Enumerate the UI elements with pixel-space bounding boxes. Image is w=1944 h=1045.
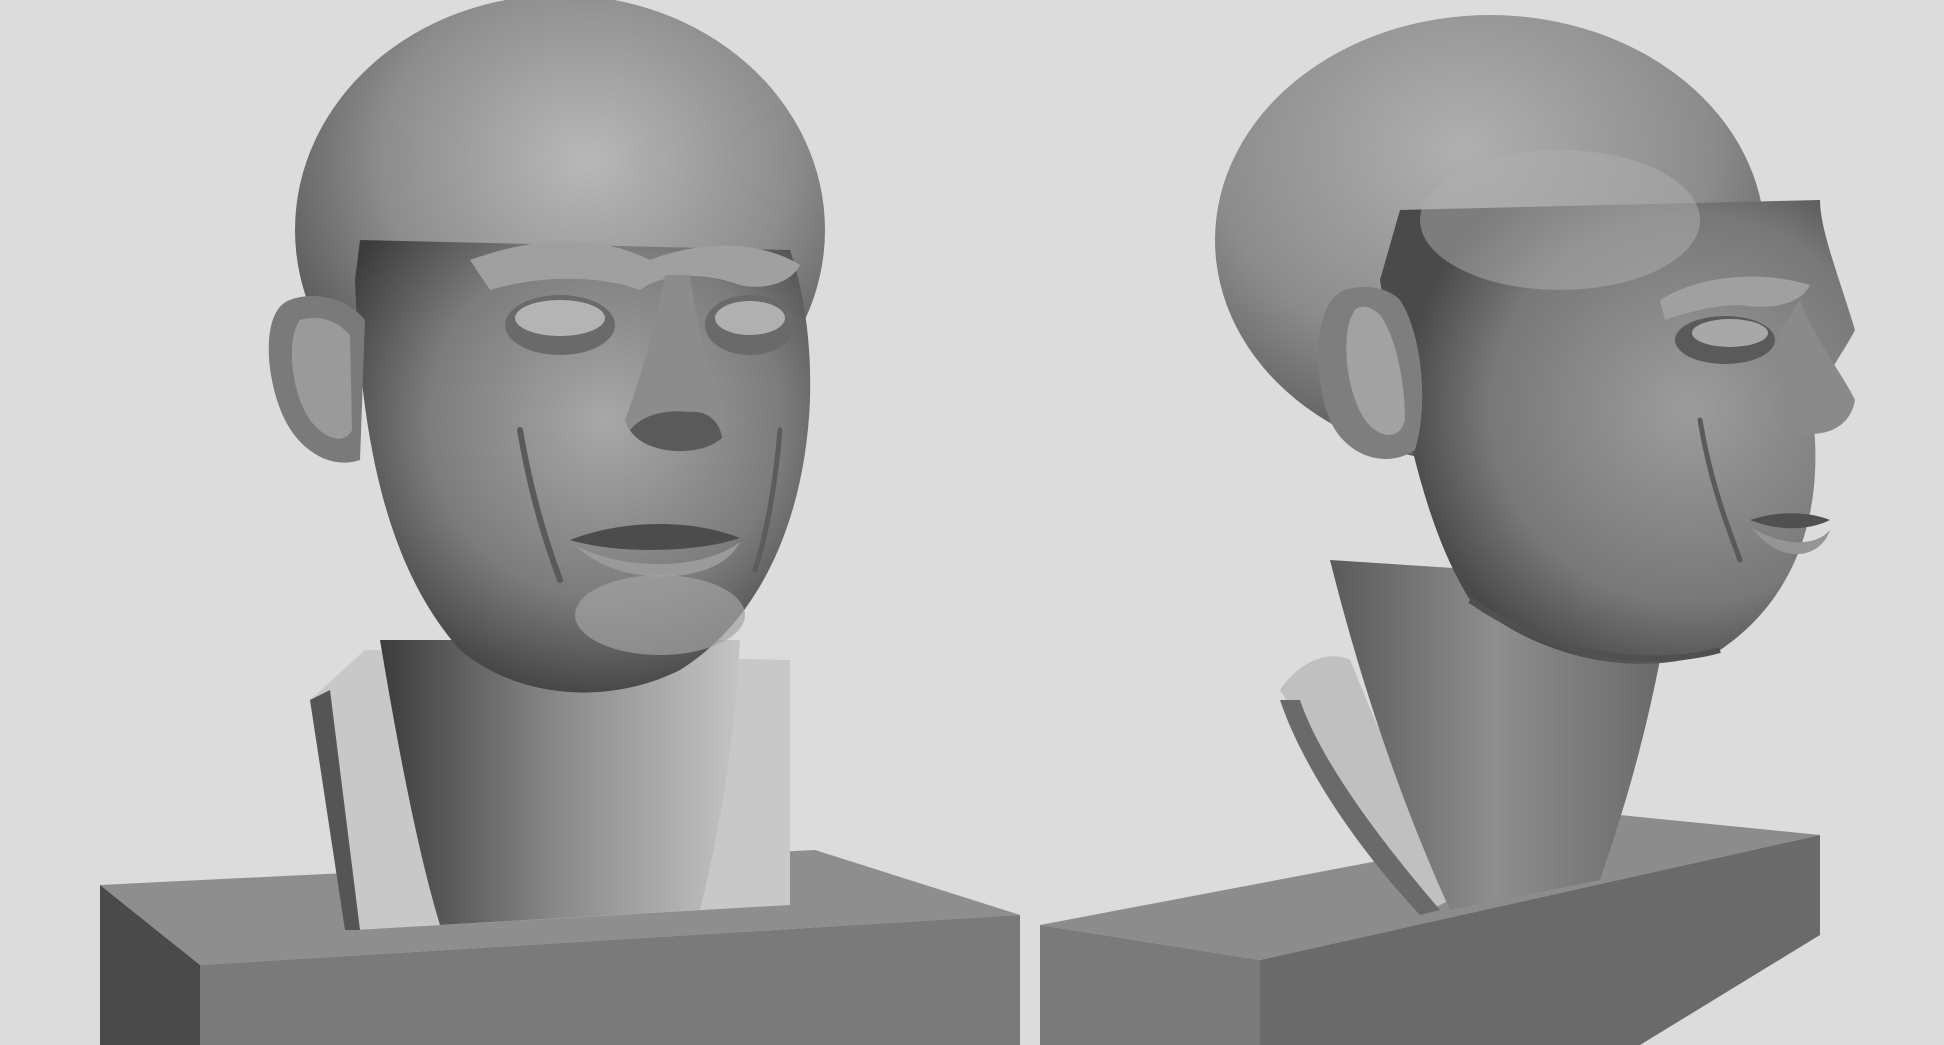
bust-profile	[1040, 15, 1855, 1045]
scene-render	[100, 0, 1855, 1045]
sculpt-viewport	[0, 0, 1944, 1045]
bust-three-quarter	[100, 0, 1020, 1045]
